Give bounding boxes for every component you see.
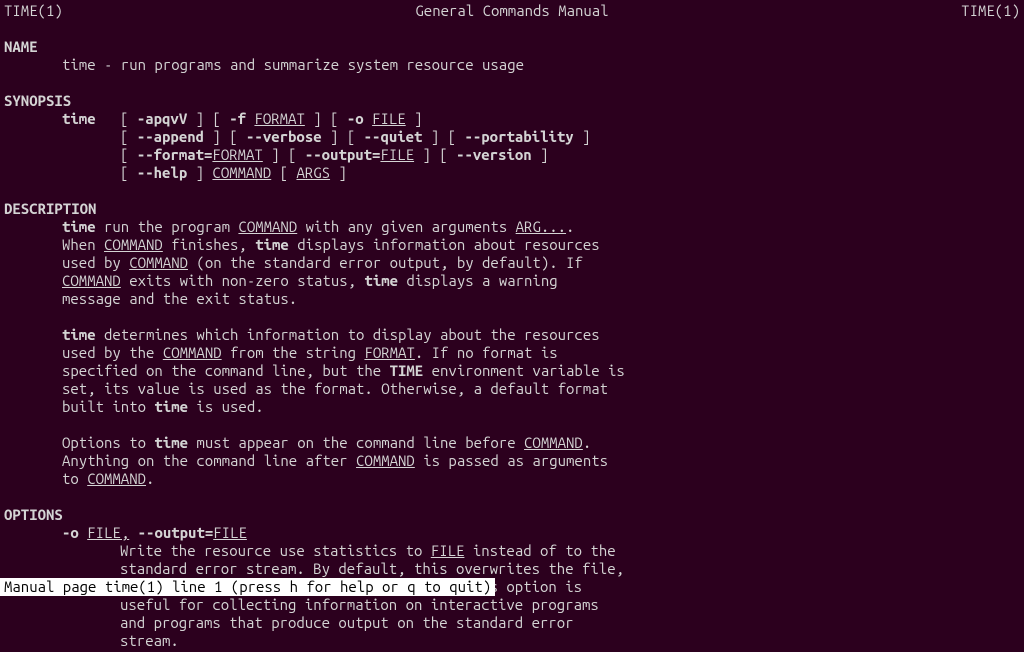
option-o-body: Write the resource use statistics to FIL… <box>4 542 629 650</box>
section-synopsis: SYNOPSIS time[ -apqvV ] [ -f FORMAT ] [ … <box>4 92 1020 182</box>
header-right: TIME(1) <box>961 2 1020 20</box>
synopsis-heading: SYNOPSIS <box>4 92 1020 110</box>
name-text: time - run programs and summarize system… <box>4 56 1020 74</box>
man-header: TIME(1) General Commands Manual TIME(1) <box>4 2 1020 20</box>
synopsis-line-1: time[ -apqvV ] [ -f FORMAT ] [ -o FILE ] <box>4 110 1020 128</box>
description-p3: Options to time must appear on the comma… <box>4 434 614 488</box>
synopsis-line-3: [ --format=FORMAT ] [ --output=FILE ] [ … <box>4 146 1020 164</box>
synopsis-line-2: [ --append ] [ --verbose ] [ --quiet ] [… <box>4 128 1020 146</box>
header-center: General Commands Manual <box>415 2 608 20</box>
man-page-content[interactable]: TIME(1) General Commands Manual TIME(1) … <box>0 0 1024 652</box>
section-description: DESCRIPTION time run the program COMMAND… <box>4 200 1020 488</box>
description-p1: time run the program COMMAND with any gi… <box>4 218 614 308</box>
options-heading: OPTIONS <box>4 506 1020 524</box>
pager-status-bar[interactable]: Manual page time(1) line 1 (press h for … <box>0 578 495 596</box>
description-heading: DESCRIPTION <box>4 200 1020 218</box>
option-o-header: -o FILE, --output=FILE <box>4 524 1020 542</box>
section-name: NAME time - run programs and summarize s… <box>4 38 1020 74</box>
synopsis-line-4: [ --help ] COMMAND [ ARGS ] <box>4 164 1020 182</box>
name-heading: NAME <box>4 38 1020 56</box>
description-p2: time determines which information to dis… <box>4 326 634 416</box>
header-left: TIME(1) <box>4 2 63 20</box>
synopsis-cmd: time <box>62 110 120 128</box>
